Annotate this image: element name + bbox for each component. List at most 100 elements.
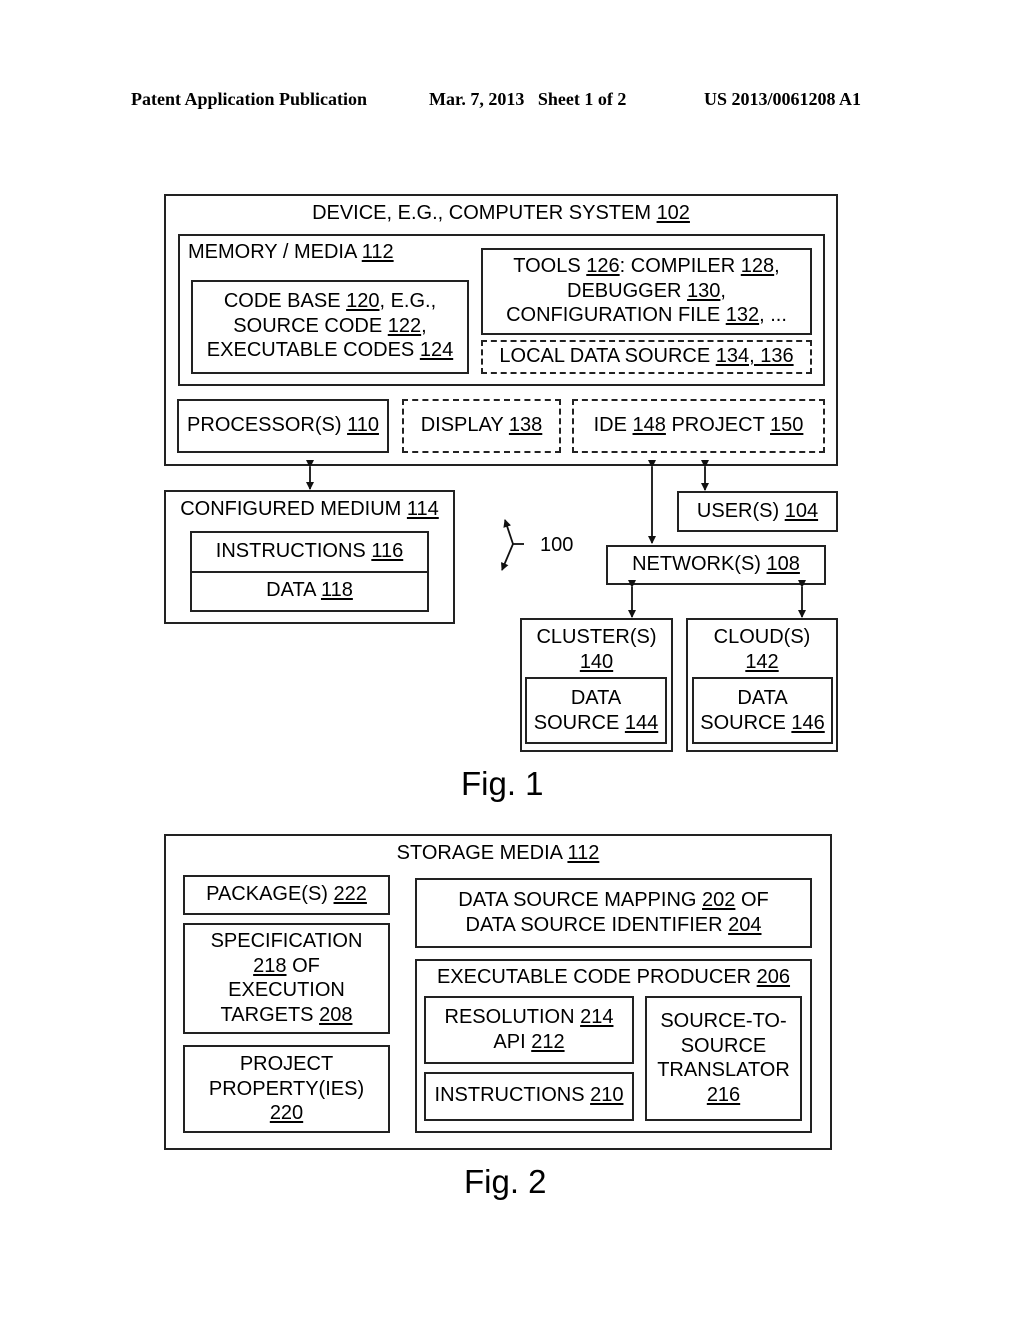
fig2-mapping-l1b: OF xyxy=(735,889,769,911)
fig2-project-property-l1: PROJECT xyxy=(239,1053,334,1075)
fig1-data-ref: 118 xyxy=(320,579,353,601)
fig2-specification-l1: SPECIFICATION xyxy=(210,930,363,952)
fig2-mapping-l1ref: 202 xyxy=(702,889,736,911)
fig1-network-text: NETWORK(S) xyxy=(632,553,767,575)
instructions-210-label: INSTRUCTIONS 210 xyxy=(424,1083,634,1108)
fig1-tools-l2ref: 130 xyxy=(687,279,721,302)
fig2-project-property-l2: PROPERTY(IES) xyxy=(208,1077,365,1100)
fig1-cloud-ref: 142 xyxy=(745,650,779,673)
producer-label: EXECUTABLE CODE PRODUCER 206 xyxy=(415,965,812,990)
fig2-specification-l4a: TARGETS xyxy=(220,1003,320,1026)
fig2-resolution-l1a: RESOLUTION xyxy=(444,1006,581,1028)
label-line: SOURCE 144 xyxy=(525,711,667,736)
fig2-translator-l2: SOURCE xyxy=(680,1034,767,1057)
fig1-processor-text: PROCESSOR(S) xyxy=(187,414,348,436)
fig1-ide-ref2: 150 xyxy=(770,414,804,436)
storage-media-label: STORAGE MEDIA 112 xyxy=(164,841,832,866)
memory-ref: 112 xyxy=(361,241,394,263)
fig2-specification-l2b: OF xyxy=(286,954,320,977)
publication-date-sheet: Mar. 7, 2013 Sheet 1 of 2 xyxy=(429,89,627,109)
translator-label: SOURCE-TO- SOURCE TRANSLATOR 216 xyxy=(645,1009,802,1107)
label-line: RESOLUTION 214 xyxy=(424,1005,634,1030)
label-line: SOURCE 146 xyxy=(692,711,833,736)
cloud-data-source-label: DATA SOURCE 146 xyxy=(692,686,833,735)
system-ref-pointer-icon xyxy=(501,519,524,571)
fig1-code-base-l1ref: 120 xyxy=(346,290,380,312)
fig2-project-property-ref: 220 xyxy=(269,1102,304,1124)
fig2-producer-ref: 206 xyxy=(756,966,791,988)
fig1-network-ref: 108 xyxy=(766,553,800,575)
fig2-storage-text: STORAGE MEDIA xyxy=(396,842,568,864)
fig1-code-base-l3a: EXECUTABLE CODES xyxy=(206,339,420,361)
fig1-code-base-l2a: SOURCE CODE xyxy=(233,314,388,337)
fig1-ide-b: PROJECT xyxy=(665,414,770,436)
fig1-configured-medium-ref: 114 xyxy=(406,498,439,520)
fig1-tools-l1c: , xyxy=(774,255,780,277)
tools-label: TOOLS 126: COMPILER 128, DEBUGGER 130, C… xyxy=(481,254,812,328)
label-line: SOURCE CODE 122, xyxy=(191,314,469,339)
instructions-label: INSTRUCTIONS 116 xyxy=(190,539,429,564)
fig1-cloud-ds-l2: SOURCE xyxy=(700,711,792,734)
fig1-users-text: USER(S) xyxy=(696,500,785,522)
fig2-instructions-text: INSTRUCTIONS xyxy=(434,1084,591,1106)
specification-label: SPECIFICATION 218 OF EXECUTION TARGETS 2… xyxy=(183,929,390,1027)
fig1-display-text: DISPLAY xyxy=(420,414,509,436)
fig1-tools-l1ref2: 128 xyxy=(740,255,775,277)
fig1-tools-l3ref: 132 xyxy=(725,304,760,326)
fig2-translator-l1: SOURCE-TO- xyxy=(660,1010,787,1032)
fig1-local-data-source-text: LOCAL DATA SOURCE xyxy=(499,345,716,367)
label-line: CODE BASE 120, E.G., xyxy=(191,289,469,314)
mapping-label: DATA SOURCE MAPPING 202 OF DATA SOURCE I… xyxy=(415,888,812,937)
memory-label: MEMORY / MEDIA 112 xyxy=(188,240,394,265)
local-data-source-label: LOCAL DATA SOURCE 134, 136 xyxy=(481,344,812,369)
data-label: DATA 118 xyxy=(190,578,429,603)
fig2-resolution-l1ref: 214 xyxy=(580,1006,614,1028)
fig1-local-data-source-ref: 134, 136 xyxy=(715,345,794,367)
fig1-cluster-ds-ref: 144 xyxy=(624,711,659,734)
label-line: TOOLS 126: COMPILER 128, xyxy=(481,254,812,279)
fig1-tools-l2b: , xyxy=(720,279,726,302)
fig2-specification-l4ref: 208 xyxy=(319,1003,353,1026)
label-line: 218 OF xyxy=(183,954,390,979)
ide-project-label: IDE 148 PROJECT 150 xyxy=(572,413,825,438)
patent-number: US 2013/0061208 A1 xyxy=(704,89,862,109)
cloud-label: CLOUD(S) 142 xyxy=(686,625,838,674)
fig1-cloud-ds-l1: DATA xyxy=(737,687,788,709)
network-label: NETWORK(S) 108 xyxy=(606,552,826,577)
fig2-specification-l3: EXECUTION xyxy=(228,979,345,1001)
device-text: DEVICE, E.G., COMPUTER SYSTEM xyxy=(312,202,657,224)
fig2-translator-l3: TRANSLATOR xyxy=(657,1059,790,1081)
fig1-cloud-ds-ref: 146 xyxy=(791,711,825,734)
fig1-instructions-text: INSTRUCTIONS xyxy=(215,540,372,562)
fig1-code-base-l3ref: 124 xyxy=(419,339,454,361)
publication-title: Patent Application Publication xyxy=(131,89,368,109)
fig2-packages-ref: 222 xyxy=(333,883,367,905)
fig1-code-base-l2b: , xyxy=(421,314,427,337)
fig1-instructions-ref: 116 xyxy=(371,540,404,562)
fig1-configured-medium-text: CONFIGURED MEDIUM xyxy=(180,498,407,520)
fig1-code-base-l2ref: 122 xyxy=(387,314,422,337)
fig2-mapping-l1a: DATA SOURCE MAPPING xyxy=(458,889,703,911)
label-line: DATA SOURCE IDENTIFIER 204 xyxy=(415,913,812,938)
fig1-ide-ref1: 148 xyxy=(632,414,666,436)
fig1-caption: Fig. 1 xyxy=(461,765,544,802)
fig1-ide-a: IDE xyxy=(593,414,633,436)
fig2-packages-text: PACKAGE(S) xyxy=(206,883,334,905)
fig2-mapping-l2a: DATA SOURCE IDENTIFIER xyxy=(465,913,729,936)
fig1-tools-l1b: : COMPILER xyxy=(619,255,741,277)
code-base-label: CODE BASE 120, E.G., SOURCE CODE 122, EX… xyxy=(191,289,469,363)
fig1-cloud-text: CLOUD(S) xyxy=(713,626,811,648)
system-ref-label: 100 xyxy=(540,534,574,556)
fig1-tools-l1ref1: 126 xyxy=(586,255,620,277)
fig2-specification-l2ref: 218 xyxy=(253,954,287,977)
cluster-label: CLUSTER(S) 140 xyxy=(520,625,673,674)
label-line: DEBUGGER 130, xyxy=(481,279,812,304)
fig2-caption: Fig. 2 xyxy=(464,1163,547,1200)
fig1-cluster-ds-l1: DATA xyxy=(570,687,622,709)
configured-medium-label: CONFIGURED MEDIUM 114 xyxy=(164,497,455,522)
fig2-resolution-l2ref: 212 xyxy=(531,1030,565,1053)
fig1-cluster-ref: 140 xyxy=(579,650,614,673)
processor-label: PROCESSOR(S) 110 xyxy=(177,413,389,438)
cluster-data-source-label: DATA SOURCE 144 xyxy=(525,686,667,735)
fig2-mapping-l2ref: 204 xyxy=(728,913,762,936)
